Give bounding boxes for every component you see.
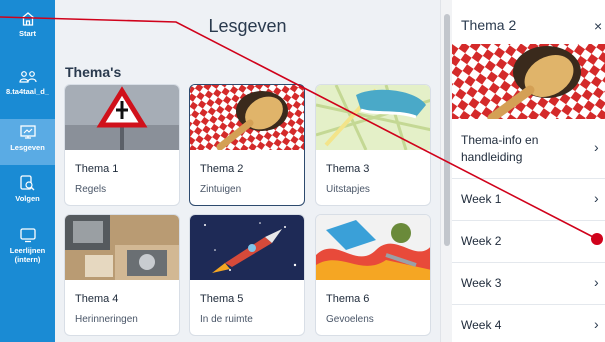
main-header: Lesgeven xyxy=(55,0,440,55)
panel-item-week-4[interactable]: Week 4 › xyxy=(452,305,605,342)
chevron-right-icon: › xyxy=(594,274,599,290)
panel-item-thema-info[interactable]: Thema-info en handleiding › xyxy=(452,119,605,179)
section-title: Thema's xyxy=(65,64,122,80)
nav-item-group[interactable]: 8.ta4taal_d_ xyxy=(0,70,55,110)
nav-item-volgen[interactable]: Volgen xyxy=(0,175,55,215)
main-scrollbar[interactable] xyxy=(440,0,452,342)
panel-item-label: Week 4 xyxy=(461,318,502,332)
chevron-right-icon: › xyxy=(594,316,599,332)
theme-3-image xyxy=(316,85,430,150)
theme-card-1[interactable]: Thema 1 Regels xyxy=(64,84,180,206)
home-icon xyxy=(21,12,34,26)
group-icon xyxy=(18,71,37,83)
nav-item-label: 8.ta4taal_d_ xyxy=(6,87,49,96)
nav-item-label: Leerlijnen (intern) xyxy=(9,246,46,264)
theme-4-image xyxy=(65,215,179,280)
theme-2-banner-image xyxy=(452,44,605,119)
card-subtitle: Zintuigen xyxy=(200,184,242,195)
theme-card-3[interactable]: Thema 3 Uitstapjes xyxy=(315,84,431,206)
card-title: Thema 4 xyxy=(75,293,119,305)
presentation-icon xyxy=(19,125,36,139)
panel-item-label: Week 1 xyxy=(461,192,502,206)
card-subtitle: Uitstapjes xyxy=(326,184,370,195)
theme-1-image xyxy=(65,85,179,150)
chevron-right-icon: › xyxy=(594,190,599,206)
close-button[interactable]: × xyxy=(594,18,602,34)
theme-card-2[interactable]: Thema 2 Zintuigen xyxy=(189,84,305,206)
card-subtitle: In de ruimte xyxy=(200,314,253,325)
nav-item-label: Volgen xyxy=(15,194,40,203)
nav-item-lesgeven[interactable]: Lesgeven xyxy=(0,119,55,165)
app-window: Start 8.ta4taal_d_ Lesgeven Volgen Leerl… xyxy=(0,0,605,342)
theme-card-5[interactable]: Thema 5 In de ruimte xyxy=(189,214,305,336)
theme-detail-panel: Thema 2 × Thema-info en handleiding › We… xyxy=(452,0,605,342)
card-title: Thema 3 xyxy=(326,163,370,175)
nav-item-start[interactable]: Start xyxy=(0,12,55,54)
card-subtitle: Gevoelens xyxy=(326,314,374,325)
card-subtitle: Regels xyxy=(75,184,107,195)
chevron-right-icon: › xyxy=(594,139,599,155)
card-title: Thema 6 xyxy=(326,293,370,305)
monitor-icon xyxy=(19,228,36,243)
tablet-search-icon xyxy=(20,175,35,191)
panel-item-label: Thema-info en handleiding xyxy=(461,133,539,164)
card-title: Thema 5 xyxy=(200,293,244,305)
nav-item-label: Lesgeven xyxy=(10,143,45,152)
card-subtitle: Herinneringen xyxy=(75,314,138,325)
panel-item-label: Week 3 xyxy=(461,276,502,290)
panel-item-week-2[interactable]: Week 2 › xyxy=(452,221,605,263)
nav-item-leerlijnen[interactable]: Leerlijnen (intern) xyxy=(0,228,55,278)
theme-5-image xyxy=(190,215,304,280)
panel-item-week-3[interactable]: Week 3 › xyxy=(452,263,605,305)
card-title: Thema 2 xyxy=(200,163,244,175)
chevron-right-icon: › xyxy=(594,232,599,248)
main-content: Lesgeven Thema's Thema 1 Regels Thema 2 … xyxy=(55,0,440,342)
panel-item-label: Week 2 xyxy=(461,234,502,248)
scrollbar-thumb[interactable] xyxy=(444,14,450,246)
panel-item-week-1[interactable]: Week 1 › xyxy=(452,179,605,221)
nav-item-label: Start xyxy=(18,29,37,38)
theme-card-4[interactable]: Thema 4 Herinneringen xyxy=(64,214,180,336)
panel-title: Thema 2 xyxy=(461,17,517,33)
card-title: Thema 1 xyxy=(75,163,119,175)
theme-2-image xyxy=(190,85,304,150)
page-title: Lesgeven xyxy=(208,16,287,36)
theme-card-6[interactable]: Thema 6 Gevoelens xyxy=(315,214,431,336)
theme-6-image xyxy=(316,215,430,280)
side-nav: Start 8.ta4taal_d_ Lesgeven Volgen Leerl… xyxy=(0,0,55,342)
